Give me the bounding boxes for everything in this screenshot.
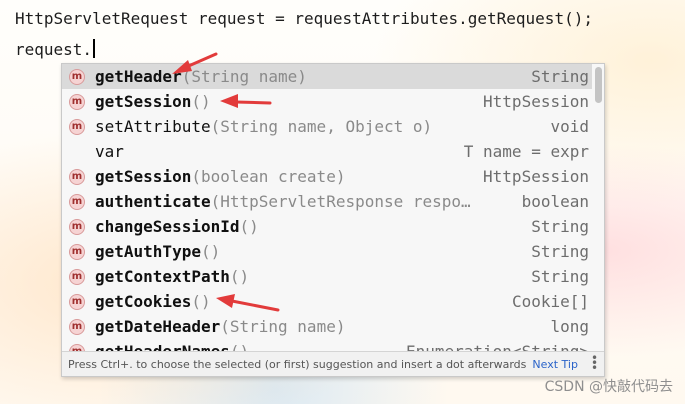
completion-item-type: String	[531, 67, 589, 86]
more-vertical-icon[interactable]: • • •	[591, 352, 598, 374]
method-icon: m	[69, 268, 85, 285]
completion-item-type: String	[531, 267, 589, 286]
next-tip-link[interactable]: Next Tip	[532, 358, 578, 371]
completion-item-type: long	[550, 317, 589, 336]
completion-item[interactable]: m getContextPath() String	[62, 264, 592, 289]
completion-item-params: ()	[229, 267, 250, 286]
completion-status-bar: Press Ctrl+. to choose the selected (or …	[62, 351, 604, 376]
completion-item-type: boolean	[521, 192, 589, 211]
completion-item-type: Cookie[]	[511, 292, 589, 311]
completion-item-params: ()	[191, 92, 211, 111]
completion-item[interactable]: m getHeader (String name) String	[62, 64, 592, 89]
scrollbar-thumb[interactable]	[595, 67, 602, 103]
code-completion-popup: m getHeader (String name) String m getSession…	[61, 63, 605, 377]
completion-item-type: T name = expr	[463, 142, 589, 161]
completion-item[interactable]: m changeSessionId() String	[62, 214, 592, 239]
completion-item[interactable]: m getSession (boolean create) HttpSession	[62, 164, 592, 189]
completion-item-type: HttpSession	[483, 92, 589, 111]
completion-item-name: getDateHeader	[95, 317, 221, 336]
completion-item-params: ()	[191, 292, 211, 311]
method-icon: m	[69, 243, 85, 260]
method-icon: m	[69, 193, 85, 210]
completion-item-params: (HttpServletResponse respo…	[210, 192, 471, 211]
completion-item-name: var	[95, 142, 124, 161]
completion-item[interactable]: var T name = expr	[62, 139, 592, 164]
completion-item-name: getSession	[95, 167, 192, 186]
completion-list[interactable]: m getHeader (String name) String m getSession…	[62, 64, 592, 352]
completion-item-name: authenticate	[95, 192, 211, 211]
watermark: CSDN @快敲代码去	[544, 379, 673, 395]
method-icon: m	[69, 118, 85, 135]
method-icon: m	[69, 93, 85, 110]
completion-item-name: setAttribute	[95, 117, 211, 136]
text-caret	[93, 39, 96, 58]
red-arrow-icon	[172, 52, 218, 74]
completion-item-type: void	[550, 117, 589, 136]
completion-item[interactable]: m getAuthType() String	[62, 239, 592, 264]
completion-item-name: changeSessionId	[95, 217, 240, 236]
completion-item[interactable]: m authenticate (HttpServletResponse respo……	[62, 189, 592, 214]
code-line-2[interactable]: request.	[15, 39, 96, 60]
method-icon: m	[69, 68, 85, 85]
completion-item[interactable]: m getDateHeader (String name) long	[62, 314, 592, 339]
completion-item[interactable]: m setAttribute (String name, Object o) void	[62, 114, 592, 139]
completion-item-type: String	[531, 217, 589, 236]
completion-scrollbar[interactable]	[592, 64, 604, 352]
completion-item-name: getSession	[95, 92, 192, 111]
completion-item[interactable]: m getCookies() Cookie[]	[62, 289, 592, 314]
completion-item-params: ()	[239, 217, 259, 236]
completion-item-name: getCookies	[95, 292, 192, 311]
completion-item-params: (String name)	[220, 317, 346, 336]
method-icon: m	[69, 293, 85, 310]
completion-item-params: (boolean create)	[191, 167, 346, 186]
code-line-2-text: request.	[15, 40, 93, 59]
red-arrow-icon	[220, 94, 272, 108]
red-arrow-icon	[216, 294, 280, 312]
code-line-1[interactable]: HttpServletRequest request = requestAttr…	[15, 9, 593, 29]
completion-item-name: getContextPath	[95, 267, 230, 286]
method-icon: m	[69, 318, 85, 335]
completion-item-params: ()	[200, 242, 221, 261]
method-icon: m	[69, 168, 85, 185]
completion-item[interactable]: m getSession() HttpSession	[62, 89, 592, 114]
completion-item-name: getAuthType	[95, 242, 201, 261]
completion-item-type: HttpSession	[483, 167, 589, 186]
method-icon: m	[69, 218, 85, 235]
completion-item-params: (String name, Object o)	[210, 117, 433, 136]
completion-item-type: String	[531, 242, 589, 261]
completion-hint-text: Press Ctrl+. to choose the selected (or …	[68, 357, 527, 371]
